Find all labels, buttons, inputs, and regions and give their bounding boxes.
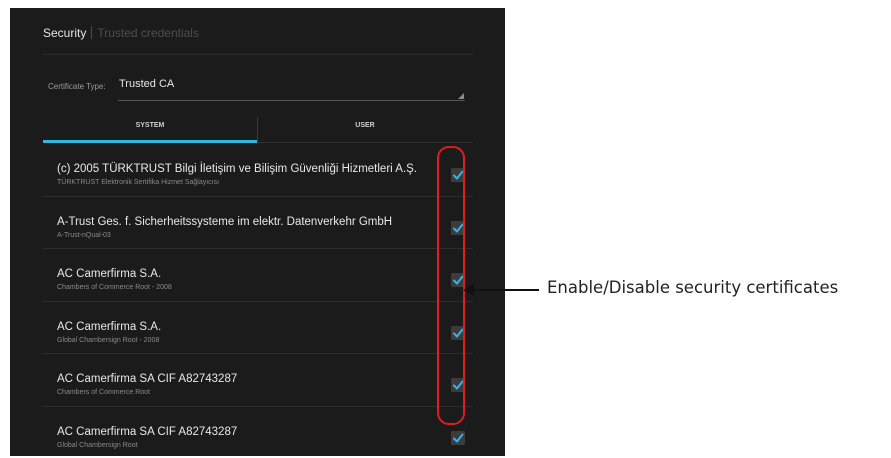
- certificate-row[interactable]: AC Camerfirma SA CIF A82743287 Chambers o…: [43, 354, 473, 407]
- certificate-subtitle: Global Chambersign Root: [57, 442, 138, 449]
- breadcrumb-divider: [91, 26, 92, 39]
- certificate-row[interactable]: AC Camerfirma S.A. Global Chambersign Roo…: [43, 302, 473, 355]
- certificate-row[interactable]: A-Trust Ges. f. Sicherheitssysteme im el…: [43, 197, 473, 250]
- certificate-title: AC Camerfirma S.A.: [57, 268, 161, 280]
- certificate-type-select[interactable]: Trusted CA: [119, 78, 174, 90]
- certificate-title: A-Trust Ges. f. Sicherheitssysteme im el…: [57, 216, 392, 228]
- certificate-subtitle: TÜRKTRUST Elektronik Sertifika Hizmet Sa…: [57, 179, 219, 186]
- certificate-row[interactable]: (c) 2005 TÜRKTRUST Bilgi İletişim ve Bil…: [43, 144, 473, 197]
- checkmark-icon: [452, 432, 464, 444]
- certificate-title: AC Camerfirma S.A.: [57, 321, 161, 333]
- callout-text: Enable/Disable security certificates: [547, 278, 838, 297]
- enable-certificate-checkbox[interactable]: [451, 431, 465, 445]
- header-divider: [43, 54, 473, 55]
- certificate-subtitle: Chambers of Commerce Root - 2008: [57, 284, 172, 291]
- security-screen: Security Trusted credentials Certificate …: [10, 8, 505, 456]
- callout-line: [469, 289, 539, 291]
- tab-system[interactable]: SYSTEM: [43, 111, 257, 143]
- certificate-type-underline: [118, 100, 465, 101]
- certificate-list: (c) 2005 TÜRKTRUST Bilgi İletişim ve Bil…: [43, 144, 473, 458]
- certificate-row[interactable]: AC Camerfirma S.A. Chambers of Commerce R…: [43, 249, 473, 302]
- certificate-title: AC Camerfirma SA CIF A82743287: [57, 373, 237, 385]
- certificate-subtitle: Global Chambersign Root - 2008: [57, 337, 159, 344]
- certificate-subtitle: A-Trust-nQual-03: [57, 232, 111, 239]
- certificate-title: AC Camerfirma SA CIF A82743287: [57, 426, 237, 438]
- certificate-type-label: Certificate Type:: [48, 82, 106, 91]
- checkbox-highlight-outline: [437, 146, 465, 425]
- dropdown-corner-icon[interactable]: [458, 93, 464, 99]
- certificate-subtitle: Chambers of Commerce Root: [57, 389, 150, 396]
- breadcrumb: Security Trusted credentials: [43, 26, 199, 40]
- tab-user[interactable]: USER: [258, 111, 472, 143]
- tab-bar: SYSTEM USER: [43, 111, 473, 143]
- tab-selected-indicator: [43, 140, 257, 143]
- breadcrumb-security[interactable]: Security: [43, 26, 86, 40]
- certificate-row[interactable]: AC Camerfirma SA CIF A82743287 Global Cha…: [43, 407, 473, 458]
- certificate-title: (c) 2005 TÜRKTRUST Bilgi İletişim ve Bil…: [57, 163, 417, 175]
- breadcrumb-trusted-credentials: Trusted credentials: [97, 26, 199, 40]
